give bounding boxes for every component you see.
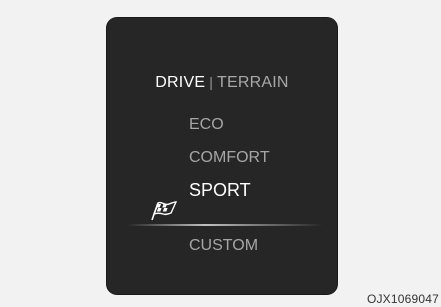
- tab-drive[interactable]: DRIVE: [155, 74, 205, 91]
- menu-item-eco[interactable]: ECO: [189, 116, 224, 134]
- menu-item-sport[interactable]: SPORT: [189, 180, 251, 201]
- drive-mode-display: DRIVE | TERRAIN ECO COMFORT SPORT CUSTOM: [107, 18, 337, 294]
- selection-underline: [127, 224, 323, 226]
- menu-item-custom[interactable]: CUSTOM: [189, 237, 258, 255]
- figure-code: OJX1069047: [366, 292, 439, 306]
- mode-tabs: DRIVE | TERRAIN: [107, 74, 337, 92]
- menu-item-comfort[interactable]: COMFORT: [189, 149, 270, 167]
- tab-terrain[interactable]: TERRAIN: [217, 74, 289, 91]
- tab-separator: |: [209, 74, 214, 90]
- checkered-flag-icon: [151, 201, 178, 221]
